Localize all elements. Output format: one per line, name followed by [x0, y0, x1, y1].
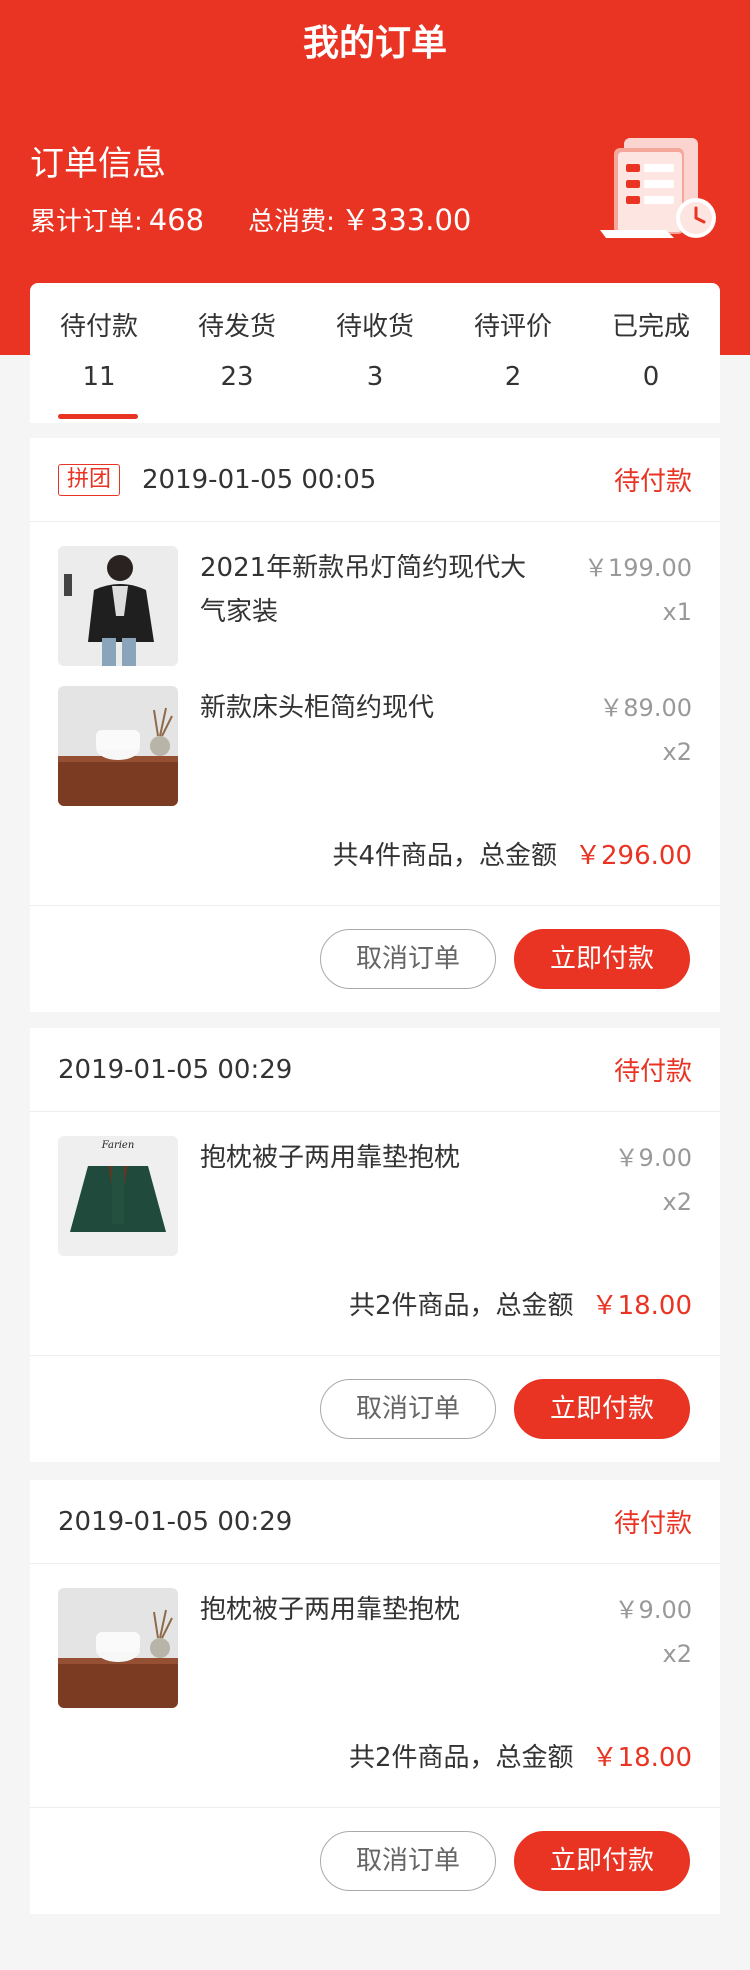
product-name: 2021年新款吊灯简约现代大气家装 [200, 553, 527, 627]
tab-label: 待付款 [59, 312, 138, 342]
svg-text:Farien: Farien [101, 1140, 135, 1151]
order-time: 2019-01-05 00:29 [58, 1054, 293, 1085]
order-header: 2019-01-05 00:29 待付款 [30, 1480, 720, 1564]
total-spent-label: 总消费: [248, 207, 335, 237]
order-status: 待付款 [613, 1057, 692, 1087]
tab-pending-review[interactable]: 待评价 2 [444, 283, 582, 423]
tab-count: 0 [642, 362, 660, 392]
product-name: 抱枕被子两用靠垫抱枕 [200, 1143, 461, 1173]
tab-count: 3 [366, 362, 384, 392]
tab-label: 已完成 [611, 312, 690, 342]
order-status-tabs: 待付款 11 待发货 23 待收货 3 待评价 2 已完成 0 [30, 283, 720, 423]
order-header: 2019-01-05 00:29 待付款 [30, 1028, 720, 1112]
tab-count: 23 [220, 362, 254, 392]
order-item[interactable]: Farien 抱枕被子两用靠垫抱枕 ￥9.00 x2 [30, 1112, 720, 1256]
tab-count: 2 [504, 362, 522, 392]
page-title: 我的订单 [302, 23, 447, 64]
tab-pending-receipt[interactable]: 待收货 3 [306, 283, 444, 423]
cancel-order-button[interactable]: 取消订单 [320, 1831, 496, 1891]
product-quantity: x2 [662, 1640, 692, 1668]
tab-pending-payment[interactable]: 待付款 11 [30, 283, 168, 423]
total-orders-value: 468 [148, 203, 205, 237]
product-price: ￥89.00 [599, 694, 692, 722]
product-quantity: x1 [662, 598, 692, 626]
order-actions: 取消订单 立即付款 [30, 1808, 720, 1914]
order-card: 2019-01-05 00:29 待付款 抱枕被子两用靠垫抱枕 ￥9.00 x2… [30, 1480, 720, 1914]
order-total: ￥296.00 [575, 841, 692, 871]
tab-pending-shipment[interactable]: 待发货 23 [168, 283, 306, 423]
tab-label: 待发货 [197, 312, 276, 342]
cancel-order-button[interactable]: 取消订单 [320, 929, 496, 989]
pay-now-button[interactable]: 立即付款 [514, 929, 690, 989]
order-total: ￥18.00 [591, 1743, 692, 1773]
tab-completed[interactable]: 已完成 0 [582, 283, 720, 423]
order-summary: 共2件商品，总金额 ￥18.00 [30, 1252, 720, 1356]
total-spent-value: ￥333.00 [340, 203, 472, 237]
summary-text: 共2件商品，总金额 [349, 1291, 574, 1321]
order-card: 拼团 2019-01-05 00:05 待付款 2021年新款吊灯简约现代大气家… [30, 438, 720, 1012]
order-item[interactable]: 新款床头柜简约现代 ￥89.00 x2 [30, 662, 720, 806]
tab-count: 11 [82, 362, 116, 392]
total-orders-label: 累计订单: [30, 207, 143, 237]
tab-label: 待评价 [473, 312, 552, 342]
order-card: 2019-01-05 00:29 待付款 Farien 抱枕被子两用靠垫抱枕 ￥… [30, 1028, 720, 1462]
order-actions: 取消订单 立即付款 [30, 906, 720, 1012]
cancel-order-button[interactable]: 取消订单 [320, 1379, 496, 1439]
order-actions: 取消订单 立即付款 [30, 1356, 720, 1462]
product-price: ￥199.00 [584, 554, 692, 582]
product-price: ￥9.00 [614, 1144, 692, 1172]
order-header: 拼团 2019-01-05 00:05 待付款 [30, 438, 720, 522]
order-item[interactable]: 抱枕被子两用靠垫抱枕 ￥9.00 x2 [30, 1564, 720, 1708]
order-time: 2019-01-05 00:05 [142, 464, 377, 495]
order-time: 2019-01-05 00:29 [58, 1506, 293, 1537]
order-info-title: 订单信息 [30, 144, 166, 184]
summary-text: 共4件商品，总金额 [332, 841, 558, 871]
order-summary: 共4件商品，总金额 ￥296.00 [30, 802, 720, 906]
product-image: Farien [58, 1136, 178, 1256]
product-name: 抱枕被子两用靠垫抱枕 [200, 1595, 461, 1625]
order-total: ￥18.00 [591, 1291, 692, 1321]
pay-now-button[interactable]: 立即付款 [514, 1831, 690, 1891]
order-status: 待付款 [613, 1509, 692, 1539]
product-quantity: x2 [662, 1188, 692, 1216]
order-stats: 累计订单: 468 总消费: ￥333.00 [30, 200, 471, 242]
order-status: 待付款 [613, 467, 692, 497]
product-price: ￥9.00 [614, 1596, 692, 1624]
receipt-illustration-icon [600, 138, 716, 238]
product-image [58, 686, 178, 806]
summary-text: 共2件商品，总金额 [349, 1743, 574, 1773]
product-name: 新款床头柜简约现代 [200, 693, 435, 723]
product-image [58, 1588, 178, 1708]
order-item[interactable]: 2021年新款吊灯简约现代大气家装 ￥199.00 x1 [30, 522, 720, 666]
pay-now-button[interactable]: 立即付款 [514, 1379, 690, 1439]
product-quantity: x2 [662, 738, 692, 766]
order-summary: 共2件商品，总金额 ￥18.00 [30, 1704, 720, 1808]
group-buy-badge: 拼团 [58, 463, 121, 496]
active-tab-indicator [58, 414, 138, 419]
tab-label: 待收货 [335, 312, 414, 342]
product-image [58, 546, 178, 666]
